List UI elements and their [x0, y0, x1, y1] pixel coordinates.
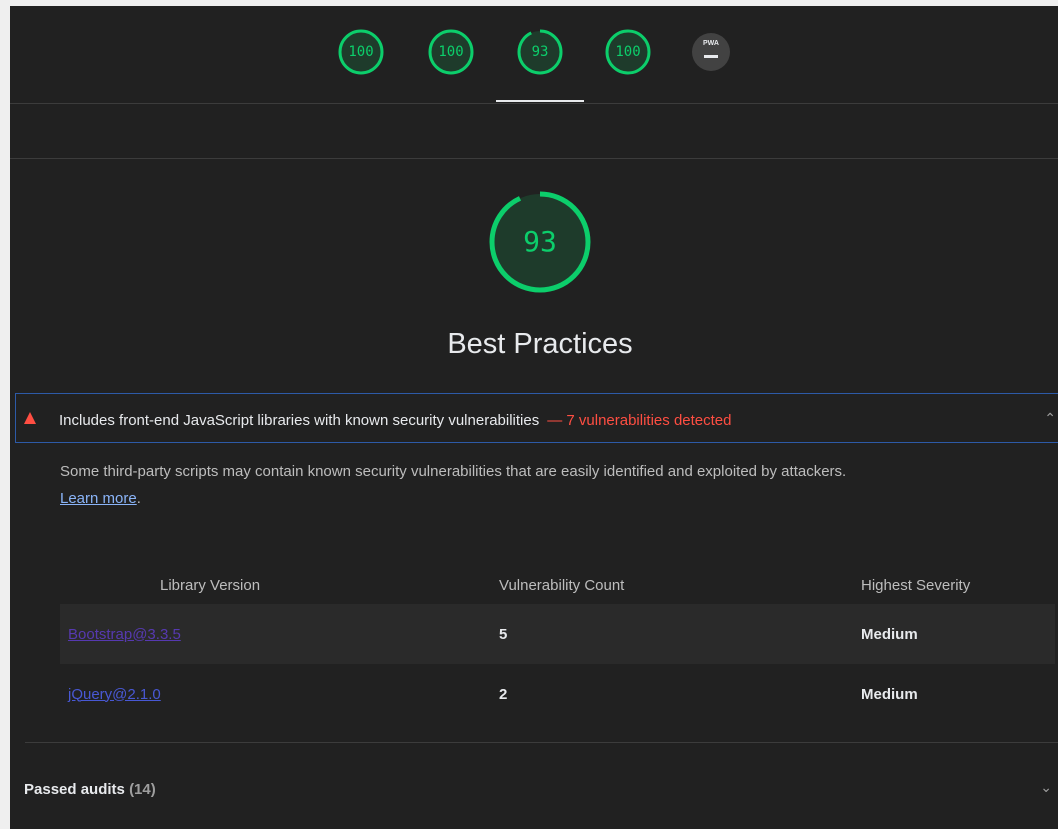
audit-title: Includes front-end JavaScript libraries …	[59, 412, 540, 429]
gauge-seo[interactable]: 100	[603, 27, 653, 77]
chevron-up-icon[interactable]: ⌃	[1044, 410, 1056, 427]
gauge-best-practices-score: 93	[531, 44, 549, 60]
library-link[interactable]: Bootstrap@3.3.5	[68, 626, 181, 643]
chevron-down-icon[interactable]: ⌄	[1040, 779, 1052, 796]
count-cell: 2	[499, 685, 508, 703]
category-score: 93	[523, 225, 557, 258]
passed-audits-count: (14)	[129, 781, 156, 798]
table-header-row: Library Version Vulnerability Count High…	[60, 566, 1055, 604]
gauge-performance-score: 100	[348, 44, 374, 60]
library-cell: Bootstrap@3.3.5	[60, 604, 498, 664]
score-gauges-bar: 100 100 93 100 PWA	[10, 6, 1058, 104]
gauge-pwa[interactable]: PWA	[692, 33, 730, 71]
report-panel: 100 100 93 100 PWA 93 Best Practices Inc…	[10, 6, 1058, 829]
learn-more-suffix: .	[136, 490, 141, 507]
gauge-best-practices[interactable]: 93	[515, 27, 565, 77]
divider	[10, 158, 1058, 159]
table-row: Bootstrap@3.3.5 5 Medium	[60, 604, 1055, 664]
vulnerability-table: Library Version Vulnerability Count High…	[60, 566, 1055, 724]
audit-title-line: Includes front-end JavaScript libraries …	[59, 412, 732, 429]
audit-description-block: Some third-party scripts may contain kno…	[60, 458, 1050, 512]
gauge-performance[interactable]: 100	[336, 27, 386, 77]
passed-audits-label: Passed audits	[24, 781, 125, 798]
gauge-accessibility-score: 100	[438, 44, 464, 60]
audit-vulnerable-libraries-header[interactable]: Includes front-end JavaScript libraries …	[15, 393, 1058, 443]
header-highest-severity: Highest Severity	[861, 576, 971, 594]
pwa-dash-icon	[704, 55, 718, 58]
pwa-label: PWA	[703, 40, 719, 47]
library-cell: jQuery@2.1.0	[60, 664, 498, 724]
gauge-seo-score: 100	[615, 44, 641, 60]
warning-triangle-icon	[24, 412, 36, 424]
count-cell: 5	[498, 604, 860, 664]
category-title: Best Practices	[447, 328, 633, 360]
category-gauge: 93	[486, 188, 594, 296]
audit-description: Some third-party scripts may contain kno…	[60, 463, 847, 480]
divider	[25, 742, 1058, 743]
learn-more-link[interactable]: Learn more	[60, 490, 137, 507]
audit-display-value: — 7 vulnerabilities detected	[547, 412, 732, 429]
gauge-accessibility[interactable]: 100	[426, 27, 476, 77]
table-row: jQuery@2.1.0 2 Medium	[60, 664, 1055, 724]
passed-audits-toggle[interactable]: Passed audits (14)	[24, 781, 156, 798]
severity-cell: Medium	[861, 685, 918, 703]
severity-cell: Medium	[860, 604, 1055, 664]
header-library-version: Library Version	[160, 576, 261, 594]
library-link[interactable]: jQuery@2.1.0	[68, 686, 161, 703]
active-tab-indicator	[496, 100, 584, 102]
header-vulnerability-count: Vulnerability Count	[499, 576, 625, 594]
gauges-row: 100 100 93 100	[10, 27, 1058, 77]
